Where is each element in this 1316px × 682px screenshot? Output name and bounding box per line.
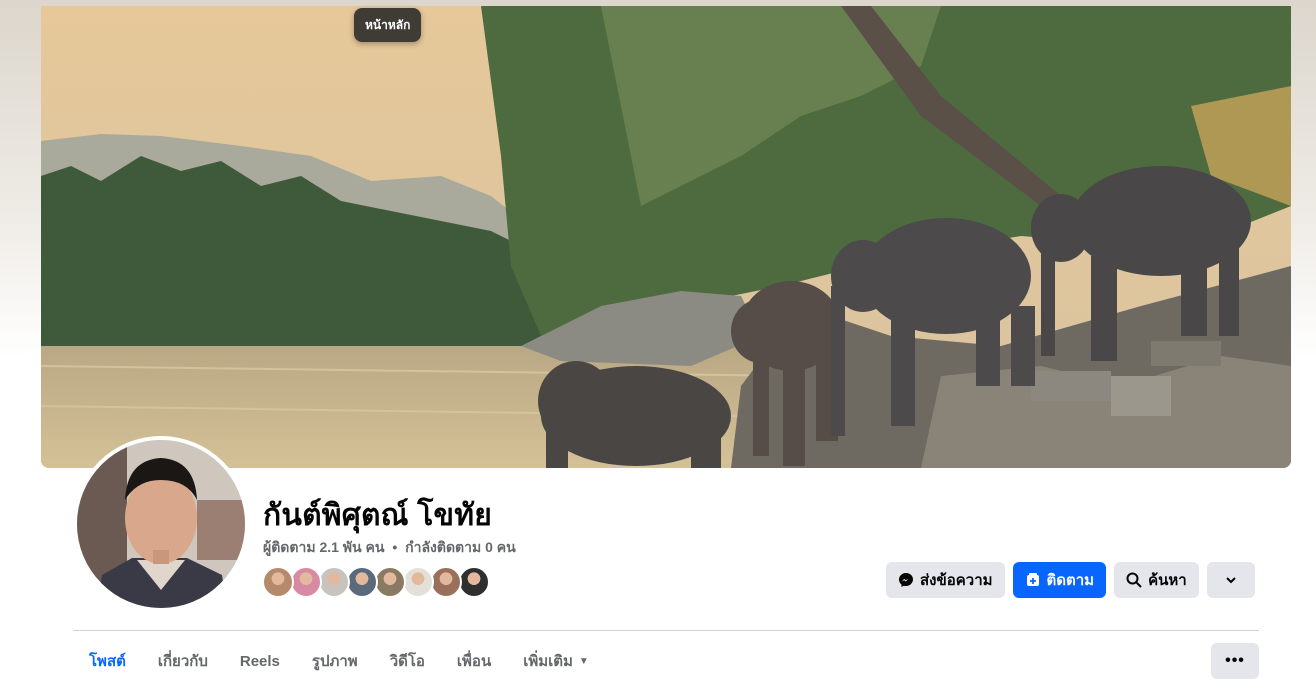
tab-more[interactable]: เพิ่มเติม ▼ bbox=[507, 640, 605, 682]
tooltip-home: หน้าหลัก bbox=[354, 8, 422, 42]
tab-label: เพิ่มเติม bbox=[523, 653, 573, 670]
tab-posts[interactable]: โพสต์ bbox=[73, 640, 142, 682]
follower-avatar[interactable] bbox=[374, 566, 406, 598]
tab-label: Reels bbox=[239, 652, 280, 670]
profile-actions: ส่งข้อความ ติดตาม ค้นหา bbox=[886, 562, 1255, 598]
tab-label: โพสต์ bbox=[89, 653, 126, 670]
follower-avatar[interactable] bbox=[290, 566, 322, 598]
follower-avatar[interactable] bbox=[402, 566, 434, 598]
follower-avatar[interactable] bbox=[262, 566, 294, 598]
cover-photo[interactable] bbox=[41, 6, 1291, 468]
tab-label: เพื่อน bbox=[456, 653, 492, 670]
follow-icon bbox=[1025, 572, 1041, 588]
tab-photos[interactable]: รูปภาพ bbox=[296, 640, 374, 682]
message-button[interactable]: ส่งข้อความ bbox=[886, 562, 1005, 598]
message-button-label: ส่งข้อความ bbox=[920, 572, 993, 589]
follower-avatar[interactable] bbox=[458, 566, 490, 598]
tab-label: วิดีโอ bbox=[389, 653, 425, 670]
follower-avatar[interactable] bbox=[430, 566, 462, 598]
tab-videos[interactable]: วิดีโอ bbox=[374, 640, 441, 682]
profile-name: กันต์พิศุตณ์ โขทัย bbox=[263, 499, 492, 532]
caret-down-icon: ▼ bbox=[578, 655, 589, 667]
messenger-icon bbox=[898, 572, 914, 588]
stats-separator: • bbox=[392, 539, 398, 555]
profile-tabs: โพสต์ เกี่ยวกับ Reels รูปภาพ วิดีโอ เพื่… bbox=[73, 640, 605, 682]
tab-label: รูปภาพ bbox=[311, 653, 358, 670]
search-icon bbox=[1126, 572, 1142, 588]
follower-avatars bbox=[262, 566, 490, 598]
follower-avatar[interactable] bbox=[318, 566, 350, 598]
tab-about[interactable]: เกี่ยวกับ bbox=[142, 640, 224, 682]
tab-label: เกี่ยวกับ bbox=[157, 653, 208, 670]
tab-friends[interactable]: เพื่อน bbox=[441, 640, 507, 682]
tabs-divider bbox=[73, 630, 1259, 631]
follow-button-label: ติดตาม bbox=[1046, 572, 1095, 589]
profile-avatar[interactable] bbox=[73, 436, 249, 612]
profile-page: หน้าหลัก กันต์พิศุตณ์ โขทัย ผู้ติดตาม 2.… bbox=[0, 0, 1316, 682]
followers-link[interactable]: ผู้ติดตาม 2.1 พัน คน bbox=[263, 539, 384, 555]
tab-reels[interactable]: Reels bbox=[224, 640, 296, 682]
search-button[interactable]: ค้นหา bbox=[1114, 562, 1199, 598]
expand-button[interactable] bbox=[1206, 562, 1255, 598]
chevron-down-icon bbox=[1223, 572, 1239, 588]
follower-stats: ผู้ติดตาม 2.1 พัน คน • กำลังติดตาม 0 คน bbox=[263, 537, 516, 559]
follower-avatar[interactable] bbox=[346, 566, 378, 598]
search-button-label: ค้นหา bbox=[1148, 572, 1187, 589]
more-options-button[interactable]: ••• bbox=[1211, 643, 1259, 679]
avatar-photo bbox=[77, 440, 245, 608]
follow-button[interactable]: ติดตาม bbox=[1012, 562, 1107, 598]
following-link[interactable]: กำลังติดตาม 0 คน bbox=[405, 539, 516, 555]
